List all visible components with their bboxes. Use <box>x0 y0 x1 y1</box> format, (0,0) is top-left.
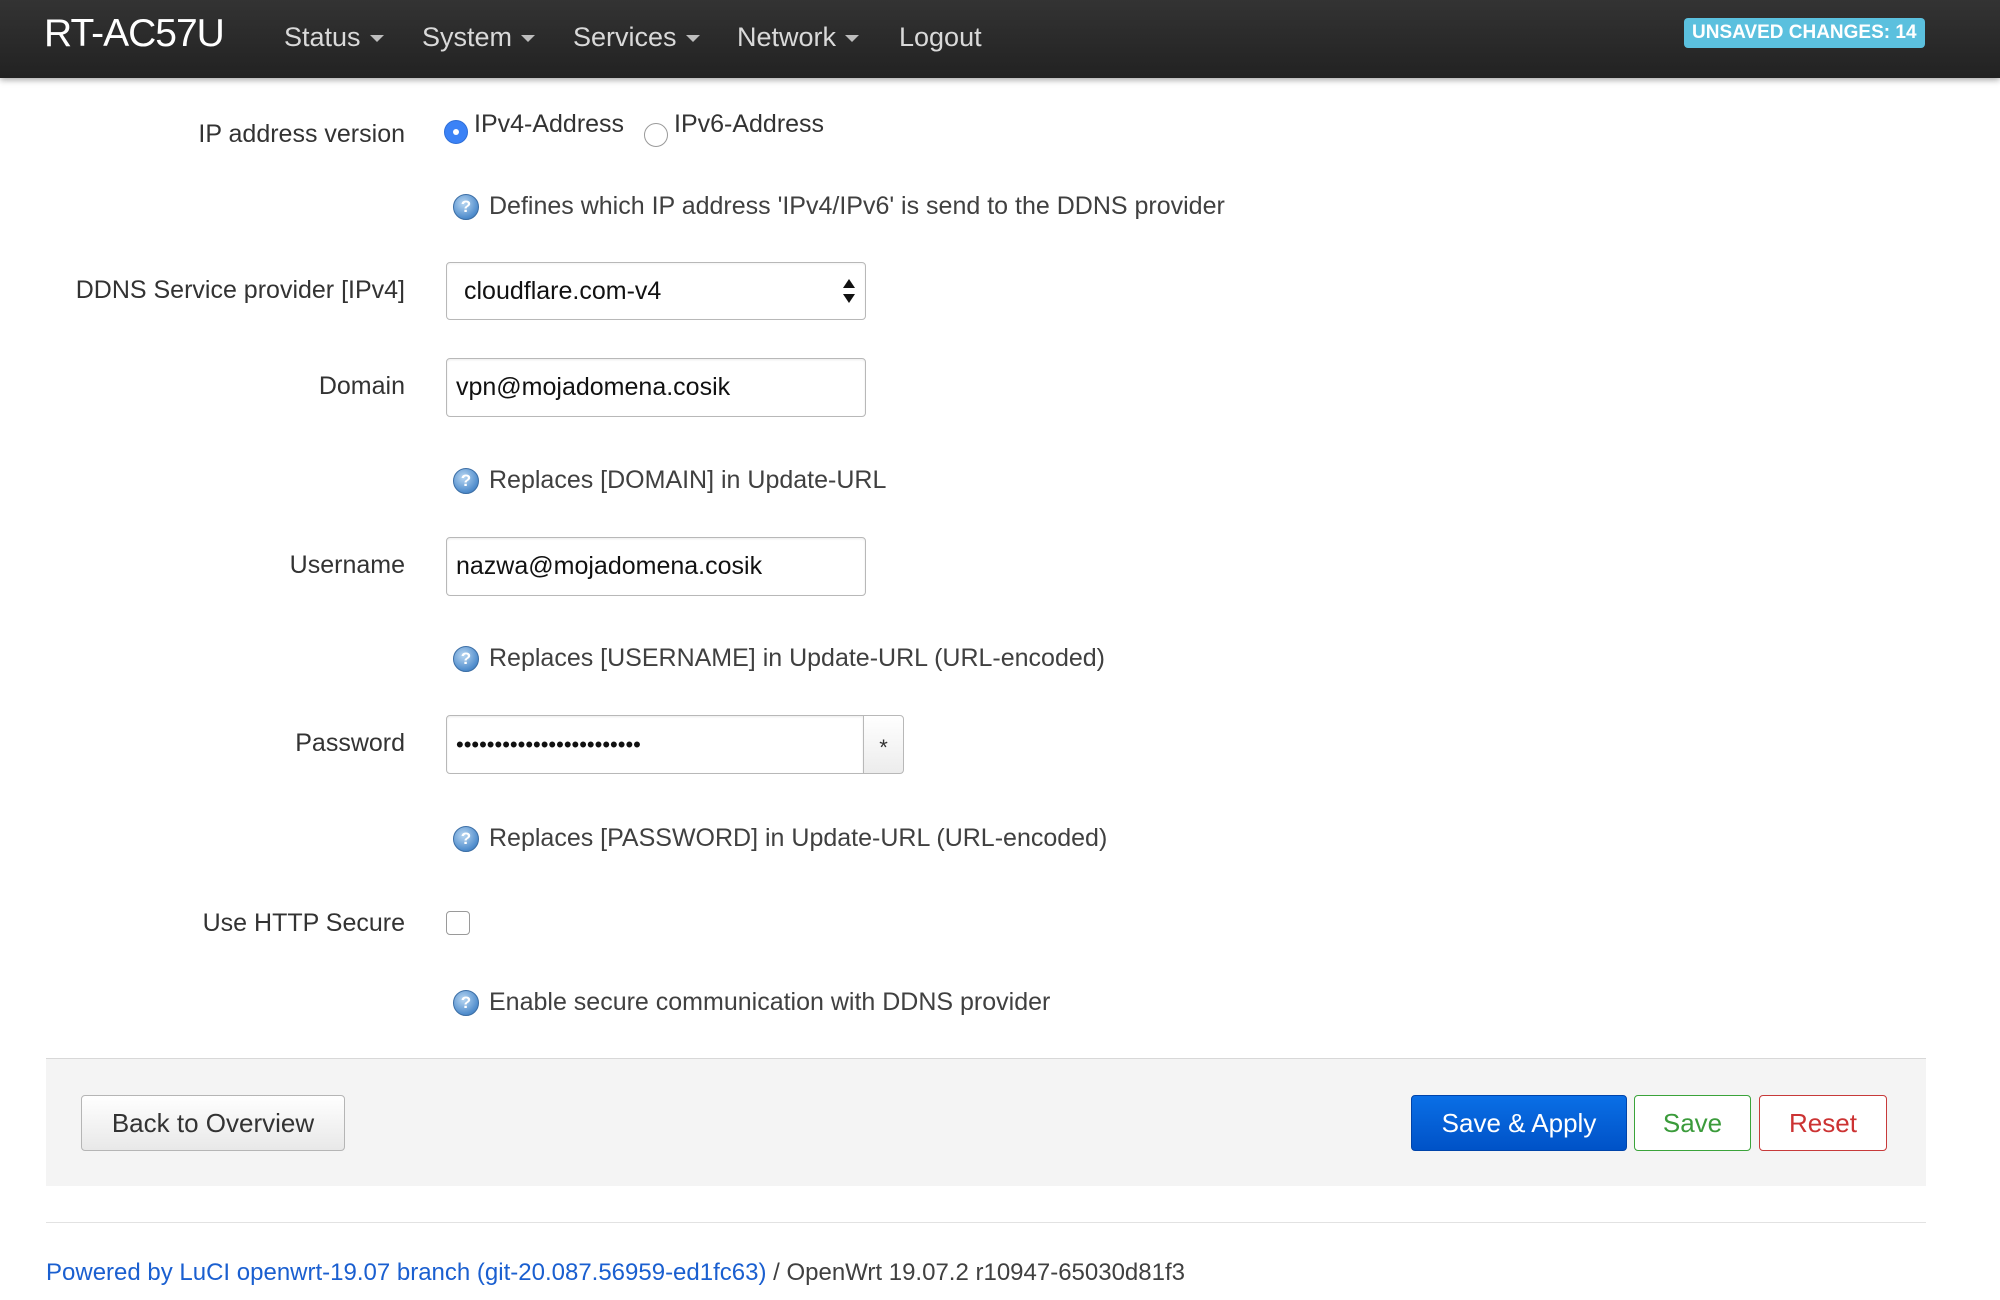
footer-divider <box>46 1222 1926 1223</box>
unsaved-changes-badge[interactable]: UNSAVED CHANGES: 14 <box>1684 18 1925 48</box>
select-arrows-icon <box>843 279 855 303</box>
chevron-down-icon <box>521 35 536 42</box>
radio-ipv6[interactable]: IPv6-Address <box>644 110 824 147</box>
nav-system-label: System <box>422 22 513 52</box>
radio-ipv4-button[interactable] <box>444 120 468 144</box>
chevron-down-icon <box>685 35 700 42</box>
ip-version-help: ? Defines which IP address 'IPv4/IPv6' i… <box>453 192 1225 221</box>
service-provider-label: DDNS Service provider [IPv4] <box>75 276 405 304</box>
service-provider-select[interactable]: cloudflare.com-v4 <box>446 262 866 320</box>
footer-version-text: / OpenWrt 19.07.2 r10947-65030d81f3 <box>766 1259 1185 1286</box>
nav-status[interactable]: Status <box>284 22 384 53</box>
password-help-text: Replaces [PASSWORD] in Update-URL (URL-e… <box>489 824 1108 852</box>
nav-status-label: Status <box>284 22 361 52</box>
radio-ipv6-button[interactable] <box>644 123 668 147</box>
domain-help-text: Replaces [DOMAIN] in Update-URL <box>489 466 887 494</box>
help-icon: ? <box>453 825 479 852</box>
ip-version-label: IP address version <box>198 120 405 148</box>
footer: Powered by LuCI openwrt-19.07 branch (gi… <box>46 1259 1185 1287</box>
password-help: ? Replaces [PASSWORD] in Update-URL (URL… <box>453 824 1107 853</box>
help-icon: ? <box>453 193 479 220</box>
nav-services-label: Services <box>573 22 677 52</box>
help-icon: ? <box>453 645 479 672</box>
brand-title[interactable]: RT-AC57U <box>44 12 225 56</box>
password-label: Password <box>295 729 405 757</box>
help-icon: ? <box>453 989 479 1016</box>
https-help-text: Enable secure communication with DDNS pr… <box>489 988 1051 1016</box>
username-help-text: Replaces [USERNAME] in Update-URL (URL-e… <box>489 644 1105 672</box>
password-reveal-button[interactable]: * <box>863 715 904 774</box>
nav-services[interactable]: Services <box>573 22 700 53</box>
nav-network[interactable]: Network <box>737 22 860 53</box>
password-input[interactable]: •••••••••••••••••••••••• <box>446 715 864 774</box>
luci-link[interactable]: Powered by LuCI openwrt-19.07 branch (gi… <box>46 1259 766 1286</box>
top-navbar: RT-AC57U Status System Services Network … <box>0 0 2000 78</box>
back-to-overview-button[interactable]: Back to Overview <box>81 1095 345 1151</box>
ip-version-help-text: Defines which IP address 'IPv4/IPv6' is … <box>489 192 1225 220</box>
chevron-down-icon <box>369 35 384 42</box>
nav-network-label: Network <box>737 22 837 52</box>
reset-button[interactable]: Reset <box>1759 1095 1887 1151</box>
save-button[interactable]: Save <box>1634 1095 1751 1151</box>
domain-help: ? Replaces [DOMAIN] in Update-URL <box>453 466 886 495</box>
https-checkbox[interactable] <box>446 911 470 935</box>
chevron-down-icon <box>845 35 860 42</box>
nav-system[interactable]: System <box>422 22 536 53</box>
radio-ipv6-label[interactable]: IPv6-Address <box>674 110 824 139</box>
username-help: ? Replaces [USERNAME] in Update-URL (URL… <box>453 644 1105 673</box>
service-provider-value: cloudflare.com-v4 <box>464 277 662 305</box>
nav-logout[interactable]: Logout <box>899 22 982 53</box>
username-label: Username <box>289 551 405 579</box>
radio-ipv4-label[interactable]: IPv4-Address <box>474 110 624 139</box>
domain-input[interactable]: vpn@mojadomena.cosik <box>446 358 866 417</box>
radio-ipv4[interactable]: IPv4-Address <box>444 110 624 144</box>
https-help: ? Enable secure communication with DDNS … <box>453 988 1050 1017</box>
domain-label: Domain <box>318 372 405 400</box>
username-input[interactable]: nazwa@mojadomena.cosik <box>446 537 866 596</box>
save-apply-button[interactable]: Save & Apply <box>1411 1095 1627 1151</box>
help-icon: ? <box>453 467 479 494</box>
https-label: Use HTTP Secure <box>202 909 405 937</box>
nav-logout-label: Logout <box>899 22 982 52</box>
action-bar: Back to Overview Save & Apply Save Reset <box>46 1058 1926 1186</box>
